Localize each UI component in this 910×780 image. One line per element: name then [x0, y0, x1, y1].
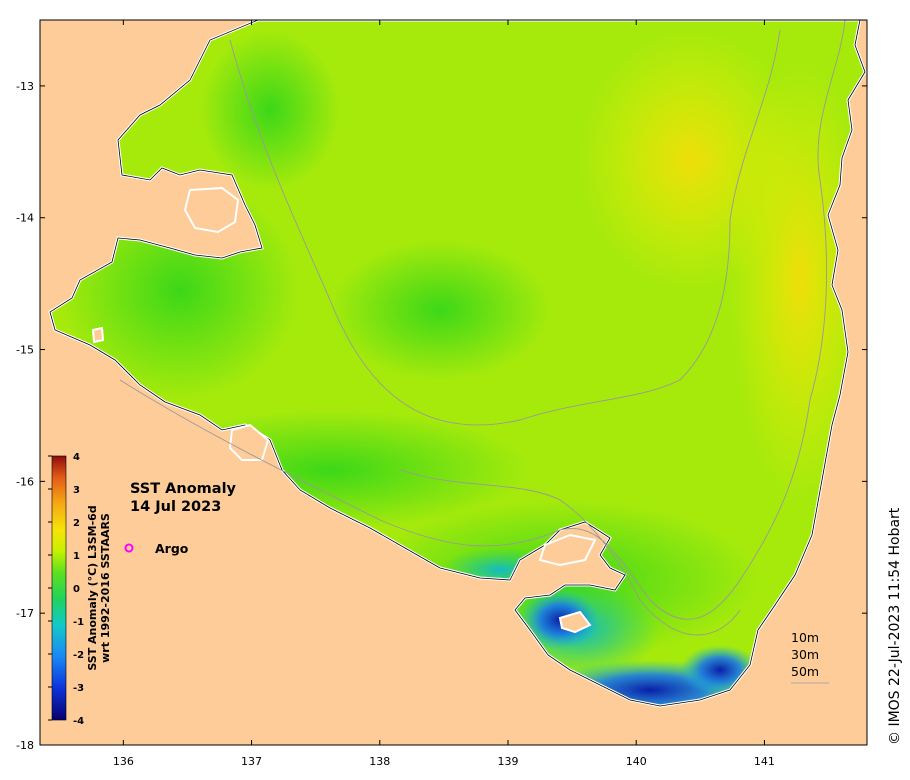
y-tick-label: -14	[16, 212, 34, 225]
contour-legend-10m: 10m	[791, 630, 819, 645]
colorbar-label-line1: SST Anomaly (°C) L3SM-6d	[86, 505, 99, 670]
x-tick-label: 136	[113, 755, 134, 768]
y-tick-label: -17	[16, 607, 34, 620]
colorbar-tick-label: -1	[73, 617, 84, 628]
y-tick-label: -13	[16, 80, 34, 93]
colorbar-tick-label: 1	[73, 551, 80, 562]
x-tick-label: 140	[626, 755, 647, 768]
imos-credit: © IMOS 22-Jul-2023 11:54 Hobart	[887, 507, 903, 745]
map-plot-area	[40, 20, 867, 745]
colorbar-label-line2: wrt 1992-2016 SSTAARS	[99, 513, 112, 663]
y-tick-label: -18	[16, 739, 34, 752]
contour-legend-30m: 30m	[791, 647, 819, 662]
x-tick-label: 139	[497, 755, 518, 768]
colorbar-tick-label: 3	[73, 485, 80, 496]
colorbar	[51, 455, 67, 721]
y-tick-label: -16	[16, 475, 34, 488]
colorbar-tick-label: 0	[73, 584, 80, 595]
x-tick-label: 138	[369, 755, 390, 768]
y-tick-label: -15	[16, 344, 34, 357]
colorbar-tick-label: -4	[73, 716, 84, 727]
contour-legend-50m: 50m	[791, 664, 819, 679]
colorbar-tick-label: -3	[73, 683, 84, 694]
map-title-line2: 14 Jul 2023	[130, 499, 221, 515]
sst-anomaly-map: 136 137 138 139 140 141 -13-14-15-16-17-18 43…	[16, 19, 868, 768]
x-tick-label: 137	[241, 755, 262, 768]
island	[183, 186, 240, 234]
x-tick-label: 141	[754, 755, 775, 768]
argo-legend-label: Argo	[155, 541, 189, 556]
colorbar-tick-label: -2	[73, 650, 84, 661]
island	[91, 326, 105, 344]
map-title-line1: SST Anomaly	[130, 481, 237, 497]
colorbar-tick-label: 4	[73, 452, 80, 463]
colorbar-tick-label: 2	[73, 518, 80, 529]
